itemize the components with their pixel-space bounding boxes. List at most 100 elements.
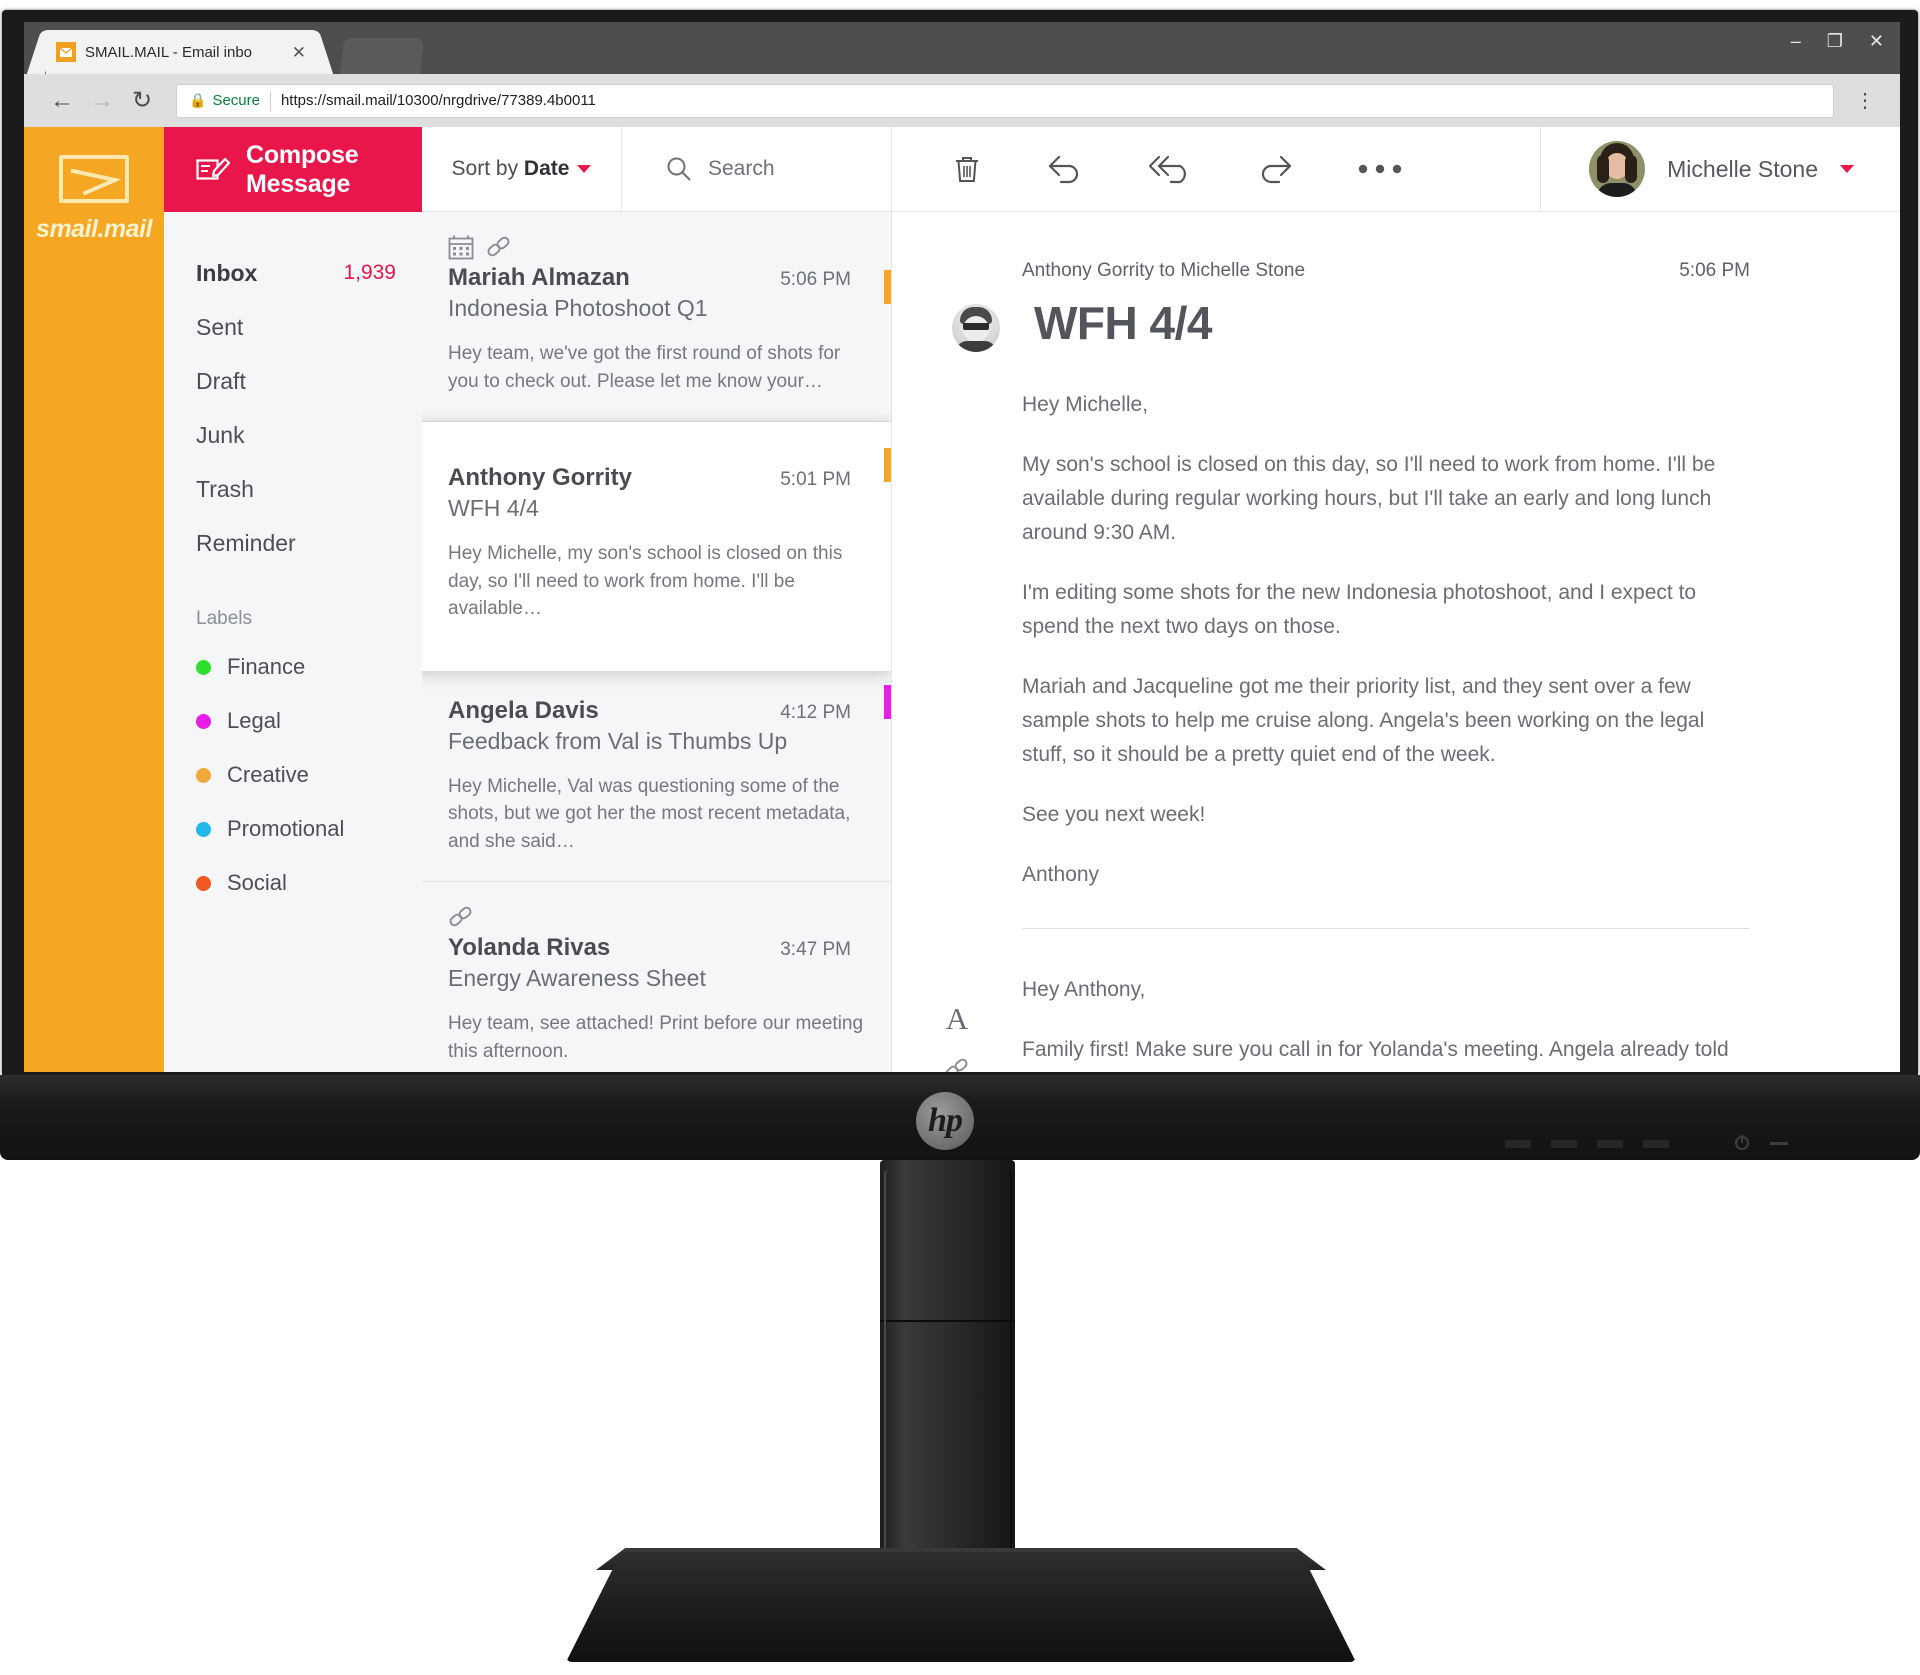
sort-by-label: Sort by Date (451, 157, 570, 180)
reload-icon[interactable]: ↻ (122, 86, 162, 115)
lock-icon: 🔒 (189, 92, 207, 108)
address-bar[interactable]: 🔒 Secure https://smail.mail/10300/nrgdri… (176, 83, 1834, 118)
list-item[interactable]: Mariah Almazan 5:06 PM Indonesia Photosh… (422, 212, 891, 423)
folder-label: Sent (196, 313, 244, 340)
label-color-dot (196, 821, 211, 837)
list-toolbar: Sort by Date Search (422, 127, 891, 212)
screen-frame: SMAIL.MAIL - Email inbo ✕ – ❐ ✕ ← → ↻ 🔒 … (2, 10, 1918, 1075)
message-actions (952, 153, 1402, 185)
compose-message-label: Compose Message (246, 140, 359, 198)
compose-message-button[interactable]: Compose Message (164, 127, 422, 212)
minimize-icon[interactable]: – (1791, 32, 1801, 50)
reply-arrow-icon[interactable] (1046, 153, 1084, 185)
back-arrow-icon[interactable]: ← (42, 87, 82, 115)
sidebar-label-finance[interactable]: Finance (164, 640, 422, 694)
email-subject: Feedback from Val is Thumbs Up (448, 727, 788, 754)
email-sender: Yolanda Rivas (448, 934, 611, 962)
message-paragraph: See you next week! (1022, 803, 1206, 827)
email-badges (448, 902, 865, 932)
maximize-icon[interactable]: ❐ (1827, 32, 1843, 50)
sidebar: Compose Message Inbox 1,939 Sent Draft J… (164, 127, 422, 1072)
text-format-icon[interactable]: A (946, 1003, 968, 1034)
label-color-dot (196, 767, 211, 783)
email-subject: Indonesia Photoshoot Q1 (448, 295, 708, 321)
quoted-message-icons: A (944, 1003, 970, 1072)
address-divider (269, 90, 271, 111)
monitor-stand-neck (880, 1160, 1015, 1560)
browser-tab-title: SMAIL.MAIL - Email inbo (85, 43, 252, 61)
more-horizontal-icon[interactable] (1358, 163, 1402, 175)
message-paragraph: Mariah and Jacqueline got me their prior… (1022, 675, 1705, 767)
folder-list: Inbox 1,939 Sent Draft Junk Trash Remind… (164, 212, 422, 570)
screen: SMAIL.MAIL - Email inbo ✕ – ❐ ✕ ← → ↻ 🔒 … (24, 22, 1900, 1072)
email-sender: Mariah Almazan (448, 264, 630, 291)
sidebar-item-sent[interactable]: Sent (164, 300, 422, 354)
sidebar-item-junk[interactable]: Junk (164, 408, 422, 462)
quoted-paragraph: Family first! Make sure you call in for … (1022, 1038, 1729, 1062)
mail-app: smail.mail Compose Message Inbox 1,939 S… (24, 127, 1900, 1072)
forward-arrow-icon[interactable] (1256, 153, 1294, 185)
sidebar-item-trash[interactable]: Trash (164, 462, 422, 516)
message-subject: WFH 4/4 (1034, 297, 1212, 349)
email-subject: WFH 4/4 (448, 495, 539, 522)
kebab-menu-icon[interactable]: ⋮ (1848, 88, 1882, 113)
sidebar-item-draft[interactable]: Draft (164, 354, 422, 408)
power-icon[interactable] (1735, 1135, 1749, 1150)
reader-toolbar: Michelle Stone (892, 127, 1900, 212)
email-time: 5:01 PM (780, 469, 851, 491)
message-time: 5:06 PM (1679, 260, 1750, 281)
list-item[interactable]: Yolanda Rivas 3:47 PM Energy Awareness S… (422, 882, 891, 1072)
labels-heading: Labels (196, 608, 252, 629)
browser-tab[interactable]: SMAIL.MAIL - Email inbo ✕ (46, 30, 316, 74)
email-badges (448, 232, 865, 262)
list-item[interactable]: Anthony Gorrity 5:01 PM WFH 4/4 Hey Mich… (422, 422, 891, 671)
email-label-stripe (884, 270, 891, 304)
close-icon[interactable]: ✕ (292, 44, 306, 61)
bezel-vents (1505, 1140, 1685, 1148)
email-preview: Hey Michelle, my son's school is closed … (448, 543, 843, 620)
new-tab-button[interactable] (340, 38, 424, 74)
sidebar-item-inbox[interactable]: Inbox 1,939 (164, 246, 422, 300)
monitor-base (566, 1552, 1356, 1662)
sidebar-label-legal[interactable]: Legal (164, 694, 422, 748)
forward-arrow-icon[interactable]: → (82, 87, 122, 115)
sidebar-label-social[interactable]: Social (164, 856, 422, 910)
email-sender: Anthony Gorrity (448, 464, 632, 492)
reply-all-arrow-icon[interactable] (1148, 153, 1192, 185)
sidebar-label-creative[interactable]: Creative (164, 748, 422, 802)
search-input[interactable]: Search (622, 127, 891, 211)
label-list: Finance Legal Creative Promotional Socia… (164, 640, 422, 910)
message-signature: Anthony (1022, 863, 1100, 887)
email-preview: Hey team, we've got the first round of s… (448, 343, 841, 392)
sender-avatar-photo (952, 304, 1000, 352)
message-participants: Anthony Gorrity to Michelle Stone (1022, 260, 1306, 281)
trash-icon[interactable] (952, 153, 982, 185)
close-icon[interactable]: ✕ (1869, 32, 1884, 50)
sort-by-dropdown[interactable]: Sort by Date (422, 127, 622, 211)
monitor: SMAIL.MAIL - Email inbo ✕ – ❐ ✕ ← → ↻ 🔒 … (0, 0, 1920, 1675)
email-sender: Angela Davis (448, 696, 599, 724)
link-icon[interactable] (944, 1056, 970, 1072)
email-label-stripe (884, 684, 891, 719)
message-title-row: WFH 4/4 (952, 296, 1750, 352)
account-menu[interactable]: Michelle Stone (1540, 127, 1854, 211)
message-paragraph: My son's school is closed on this day, s… (1022, 453, 1716, 545)
browser-navbar: ← → ↻ 🔒 Secure https://smail.mail/10300/… (24, 74, 1900, 127)
quoted-paragraph: Hey Anthony, (1022, 978, 1146, 1002)
label-text: Finance (227, 654, 306, 679)
list-item[interactable]: Angela Davis 4:12 PM Feedback from Val i… (422, 670, 891, 883)
calendar-icon (448, 234, 474, 260)
brand-name: smail.mail (36, 215, 152, 243)
sidebar-label-promotional[interactable]: Promotional (164, 802, 422, 856)
email-time: 5:06 PM (780, 269, 851, 290)
sidebar-item-reminder[interactable]: Reminder (164, 516, 422, 570)
link-icon (448, 904, 474, 930)
folder-label: Junk (196, 421, 245, 448)
brand-rail: smail.mail (24, 127, 164, 1072)
envelope-arrow-icon (59, 155, 129, 203)
search-icon (666, 156, 692, 182)
email-list[interactable]: Mariah Almazan 5:06 PM Indonesia Photosh… (422, 212, 891, 1072)
folder-label: Inbox (196, 259, 258, 286)
hp-logo: hp (916, 1092, 974, 1150)
bezel-indicator (1770, 1142, 1788, 1145)
